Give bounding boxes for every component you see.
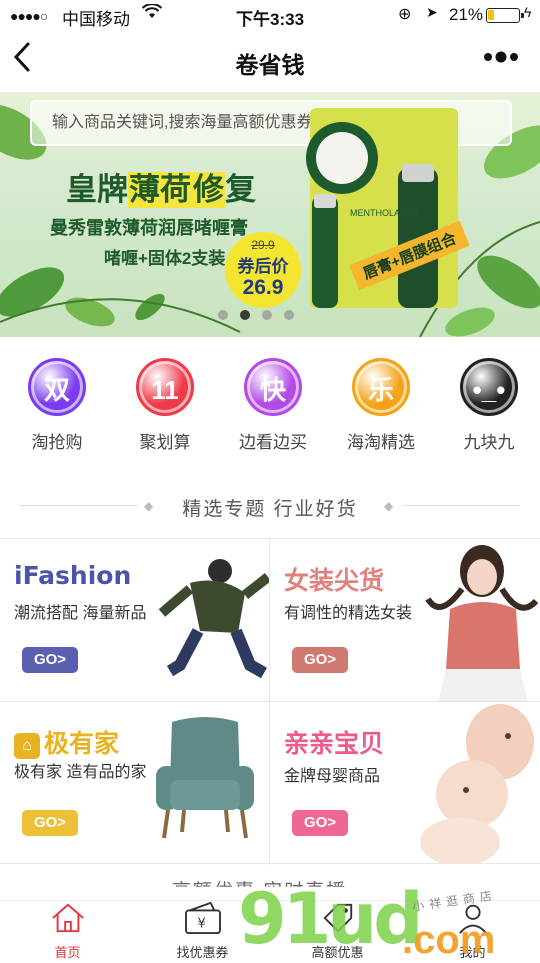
tile-title: 女装尖货 (284, 567, 385, 595)
nav-bar: 卷省钱 (0, 30, 540, 92)
tile-title: ⌂ 极有家 (14, 724, 119, 760)
section-divider: ◆ 精选专题 行业好货 ◆ (0, 490, 540, 522)
carousel-dot[interactable] (218, 310, 228, 320)
banner-bundle-text: 啫喱+固体2支装 (104, 249, 226, 268)
rotation-lock-icon: ⊕ (398, 6, 412, 23)
tile-women-fashion[interactable]: 女装尖货 有调性的精选女装 GO> (270, 539, 539, 701)
svg-text:¥: ¥ (197, 916, 205, 931)
headline-highlight: 薄荷 (128, 172, 192, 208)
carousel-dot[interactable] (262, 310, 272, 320)
product-image: MENTHOLATUM (306, 108, 458, 308)
carrier-label: 中国移动 (62, 10, 130, 29)
wallet-coupon-icon: ¥ (184, 901, 221, 935)
headline-highlight: 修 (192, 172, 225, 208)
headline-part: 皇牌 (66, 172, 128, 208)
banner-subtitle: 曼秀雷敦薄荷润唇啫喱膏 (50, 218, 248, 239)
category-item[interactable]: 乐海淘精选 (330, 350, 432, 462)
battery-icon (486, 8, 524, 23)
category-icon: 11 (136, 358, 194, 416)
category-item[interactable]: 11 聚划算 (114, 350, 216, 462)
home-icon (51, 903, 84, 933)
category-row: 双淘抢购 11 聚划算快边看边买乐海淘精选 •_• 九块九 (0, 350, 540, 462)
category-label: 聚划算 (139, 433, 191, 452)
signal-icon: ●●●●○ (10, 8, 48, 24)
category-label: 海淘精选 (347, 433, 415, 452)
go-button[interactable]: GO> (292, 647, 348, 673)
page-title: 卷省钱 (235, 52, 305, 78)
tile-desc: 潮流搭配 海量新品 (14, 605, 147, 622)
banner-headline: 皇牌薄荷修复 (66, 164, 256, 209)
fashion-model-image (158, 559, 269, 679)
coupon-price: 26.9 (242, 276, 284, 299)
tile-desc: 有调性的精选女装 (284, 605, 413, 622)
svg-text:MENTHOLATUM: MENTHOLATUM (350, 208, 419, 218)
category-icon: 双 (28, 358, 86, 416)
tile-desc: 金牌母婴商品 (284, 768, 381, 785)
price-badge: 29.9 券后价 26.9 (225, 232, 301, 308)
tile-title: iFashion (14, 561, 132, 590)
category-icon: 快 (244, 358, 302, 416)
go-button[interactable]: GO> (22, 647, 78, 673)
category-label: 边看边买 (239, 433, 307, 452)
category-item[interactable]: 快边看边买 (222, 350, 324, 462)
clock: 下午3:33 (236, 10, 305, 29)
category-label: 淘抢购 (31, 433, 83, 452)
location-arrow-icon: ➤ (426, 4, 438, 20)
original-price: 29.9 (251, 238, 275, 252)
category-item[interactable]: 双淘抢购 (6, 350, 108, 462)
more-menu-button[interactable] (482, 44, 522, 77)
diamond-icon: ◆ (384, 499, 394, 513)
battery-percent: 21% (449, 5, 484, 24)
section-title: 精选专题 行业好货 (182, 499, 358, 520)
watermark-logo: 91ud (238, 878, 423, 960)
category-item[interactable]: •_• 九块九 (438, 350, 540, 462)
coupon-price-label: 券后价 (237, 257, 289, 276)
mother-baby-image (420, 704, 534, 864)
headline-part: 复 (225, 172, 256, 208)
tile-home-goods[interactable]: ⌂ 极有家 极有家 造有品的家 GO> (0, 702, 269, 864)
tile-desc: 极有家 造有品的家 (14, 764, 147, 781)
charging-icon: ϟ (524, 4, 532, 20)
tile-ifashion[interactable]: iFashion 潮流搭配 海量新品 GO> (0, 539, 269, 701)
wifi-icon (141, 3, 163, 25)
feature-grid: iFashion 潮流搭配 海量新品 GO> 女装尖货 有调性的精选女装 GO>… (0, 538, 540, 865)
status-bar: ●●●●○ 中国移动 下午3:33 ⊕ ➤ 21% ϟ (0, 0, 540, 30)
go-button[interactable]: GO> (292, 810, 348, 836)
category-label: 九块九 (463, 433, 515, 452)
carousel-dot[interactable] (284, 310, 294, 320)
armchair-image (156, 717, 254, 839)
go-button[interactable]: GO> (22, 810, 78, 836)
more-dots-icon (484, 51, 518, 63)
promo-banner[interactable]: 输入商品关键词,搜索海量高额优惠券~ 皇牌薄荷修复 曼秀雷敦薄荷润唇啫喱膏 啫喱… (0, 92, 540, 337)
home-logo-icon: ⌂ (14, 733, 40, 759)
watermark-domain: .com (402, 918, 496, 962)
woman-model-image (425, 545, 539, 701)
tile-title: 亲亲宝贝 (284, 730, 385, 758)
tab-home[interactable]: 首页 (0, 901, 135, 960)
tile-title-text: 极有家 (44, 730, 120, 758)
category-icon: •_• (460, 358, 518, 416)
tab-label: 首页 (54, 945, 81, 960)
category-icon: 乐 (352, 358, 410, 416)
tile-baby[interactable]: 亲亲宝贝 金牌母婴商品 GO> (270, 702, 539, 864)
carousel-dot[interactable] (240, 310, 250, 320)
carousel-indicator[interactable] (218, 310, 294, 320)
